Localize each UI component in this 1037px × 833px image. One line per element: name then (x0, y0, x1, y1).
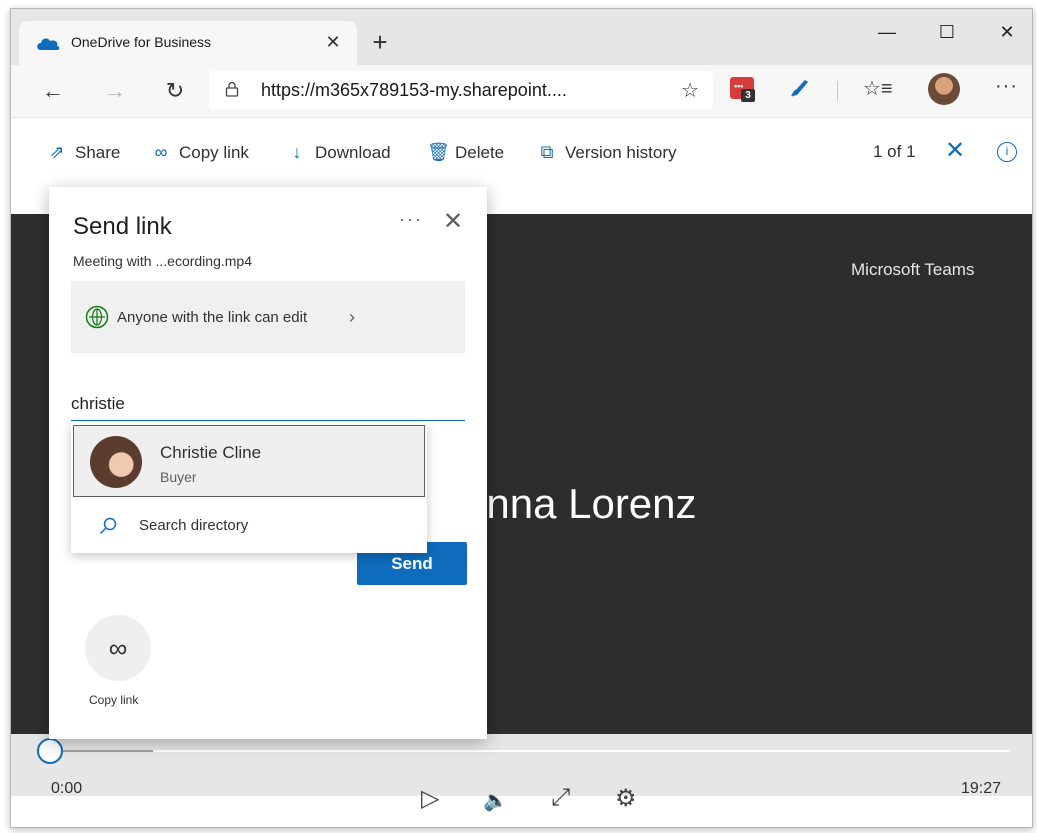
file-name: Meeting with ...ecording.mp4 (73, 253, 252, 269)
navigation-bar: ← → ↻ https://m365x789153-my.sharepoint.… (11, 65, 1032, 117)
person-avatar (90, 436, 142, 488)
command-bar: ⇗ Share ∞ Copy link ↓ Download 🗑 Delete … (11, 117, 1032, 187)
search-directory-item[interactable]: Search directory (73, 501, 425, 551)
search-icon (99, 517, 117, 535)
page-counter: 1 of 1 (873, 142, 916, 161)
duration: 19:27 (961, 780, 1002, 797)
maximize-button[interactable]: ☐ (924, 17, 970, 47)
microsoft-teams-watermark: Microsoft Teams (851, 260, 975, 279)
link-permission-button[interactable]: Anyone with the link can edit › (71, 281, 465, 353)
share-icon: ⇗ (49, 142, 65, 162)
info-icon[interactable]: i (997, 142, 1017, 162)
presenter-name: anna Lorenz (463, 480, 697, 527)
download-button[interactable]: ↓ Download (287, 142, 391, 163)
close-icon[interactable]: ✕ (443, 207, 463, 236)
add-favorite-icon[interactable]: ☆ (681, 78, 699, 103)
extension-badge: 3 (741, 89, 755, 102)
link-icon: ∞ (108, 633, 128, 663)
tab-close-icon[interactable]: ✕ (319, 28, 347, 56)
download-icon: ↓ (292, 142, 302, 162)
person-name: Christie Cline (160, 443, 262, 462)
copy-link-button[interactable]: ∞ Copy link (151, 142, 249, 163)
video-controls: 0:00 19:27 ▷ 🔈 ⤢ ⚙ (11, 734, 1032, 827)
profile-avatar[interactable] (928, 73, 960, 105)
browser-window: OneDrive for Business ✕ + — ☐ ✕ ← → ↻ ht… (10, 8, 1033, 828)
copy-link-label: Copy link (179, 142, 249, 162)
refresh-icon[interactable]: ↻ (159, 75, 191, 107)
globe-icon (85, 305, 109, 329)
toolbar-divider (837, 81, 838, 101)
minimize-button[interactable]: — (864, 17, 910, 47)
forward-arrow-icon[interactable]: → (99, 75, 131, 107)
more-options-icon[interactable]: ··· (399, 209, 423, 230)
recipient-input[interactable] (71, 383, 465, 421)
close-viewer-icon[interactable]: ✕ (945, 136, 965, 165)
send-link-title: Send link (73, 213, 172, 240)
seek-track[interactable] (49, 750, 1009, 752)
favorites-icon[interactable]: ☆≡ (863, 76, 893, 101)
new-tab-button[interactable]: + (365, 29, 395, 59)
version-history-button[interactable]: ⧉ Version history (537, 142, 677, 163)
more-options-icon[interactable]: ··· (995, 75, 1018, 98)
onedrive-cloud-icon (37, 38, 60, 50)
tab-strip: OneDrive for Business ✕ + — ☐ ✕ (11, 9, 1032, 65)
close-window-button[interactable]: ✕ (984, 17, 1030, 47)
volume-icon[interactable]: 🔈 (483, 788, 508, 813)
delete-label: Delete (455, 142, 505, 162)
extension-icon[interactable]: ••• 3 (730, 77, 755, 102)
fullscreen-icon[interactable]: ⤢ (551, 784, 570, 812)
trash-icon: 🗑 (427, 142, 450, 162)
copy-link-caption: Copy link (89, 693, 139, 707)
person-role: Buyer (160, 469, 197, 485)
address-bar[interactable]: https://m365x789153-my.sharepoint.... ☆ (209, 71, 713, 109)
current-time: 0:00 (51, 780, 83, 797)
chevron-right-icon: › (349, 307, 355, 327)
share-button[interactable]: ⇗ Share (47, 142, 120, 163)
version-history-label: Version history (565, 142, 677, 162)
lock-icon (225, 81, 239, 97)
search-directory-label: Search directory (139, 517, 249, 534)
browser-tab[interactable]: OneDrive for Business ✕ (19, 21, 357, 65)
seek-thumb[interactable] (37, 738, 63, 764)
suggestion-item[interactable]: Christie Cline Buyer (73, 425, 425, 497)
permission-text: Anyone with the link can edit (117, 309, 308, 326)
url-text: https://m365x789153-my.sharepoint.... (261, 80, 567, 100)
link-icon: ∞ (154, 142, 168, 162)
play-icon[interactable]: ▷ (421, 784, 439, 813)
buffer-bar (49, 750, 153, 752)
delete-button[interactable]: 🗑 Delete (427, 142, 504, 163)
people-suggestions: Christie Cline Buyer Search directory (71, 423, 427, 553)
controls-strip: 0:00 19:27 (11, 734, 1032, 797)
download-label: Download (315, 142, 391, 162)
settings-gear-icon[interactable]: ⚙ (615, 784, 637, 813)
copy-link-circle-button[interactable]: ∞ (85, 615, 151, 681)
back-arrow-icon[interactable]: ← (37, 75, 69, 107)
share-label: Share (75, 142, 121, 162)
version-history-icon: ⧉ (540, 142, 554, 162)
tab-title: OneDrive for Business (71, 34, 212, 50)
pen-extension-icon[interactable] (789, 77, 811, 99)
